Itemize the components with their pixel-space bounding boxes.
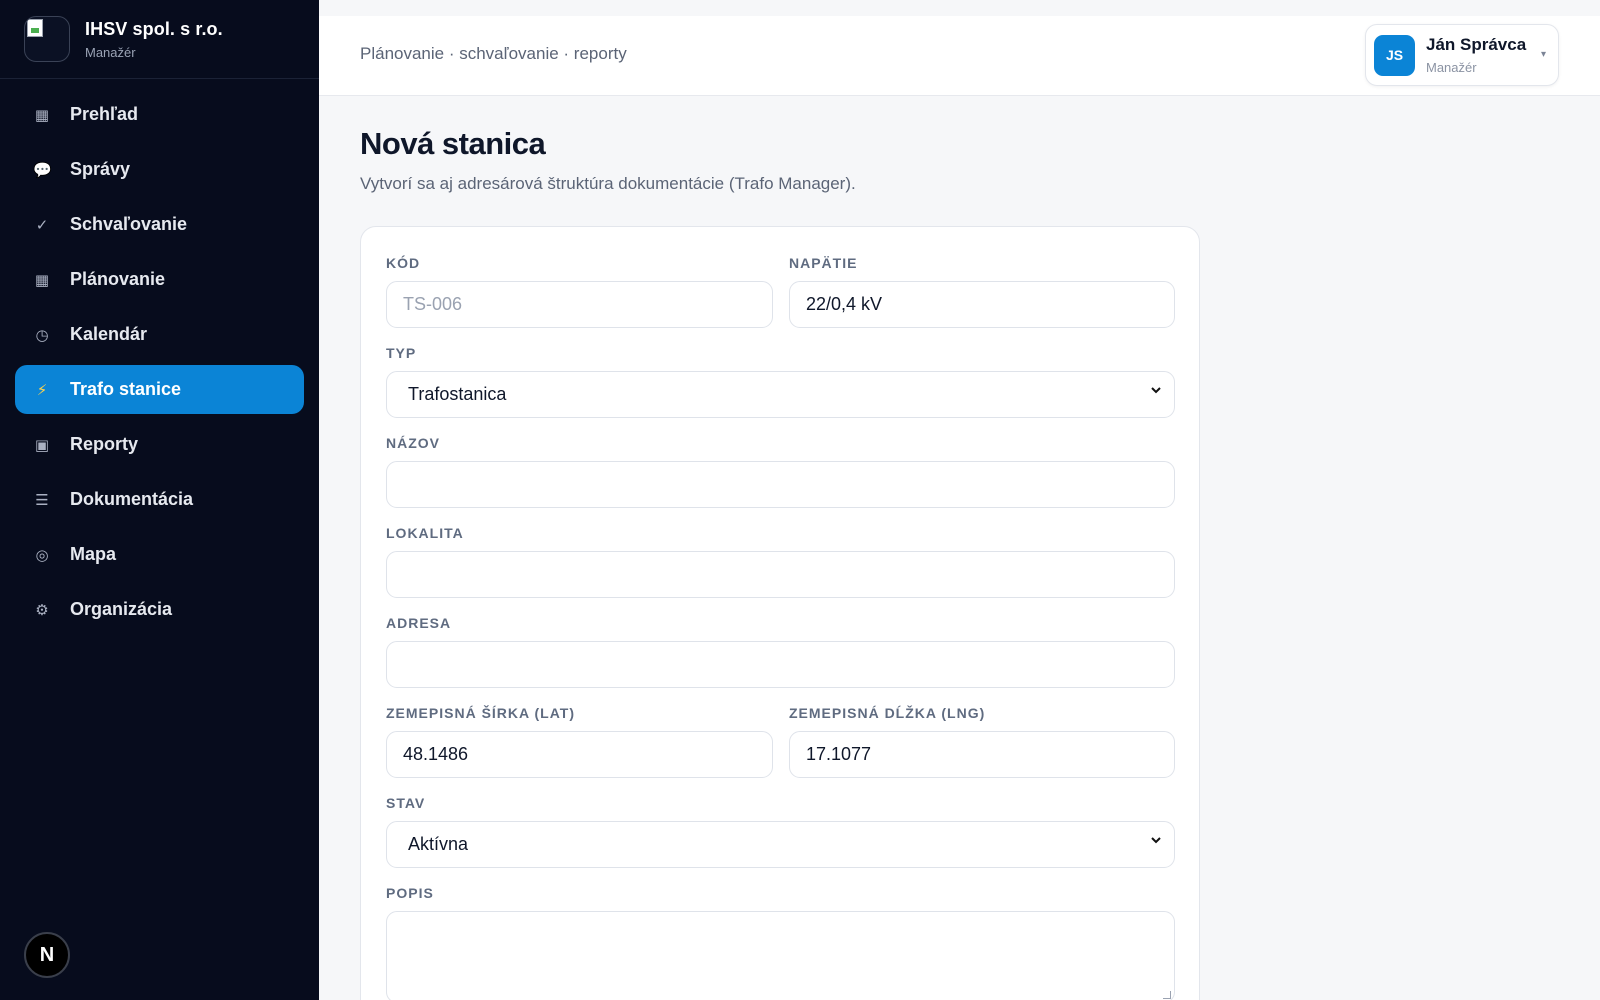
chevron-down-icon bbox=[1151, 387, 1161, 394]
kod-label: KÓD bbox=[386, 255, 421, 271]
nazov-label: NÁZOV bbox=[386, 435, 440, 451]
brand: IHSV spol. s r.o. Manažér bbox=[0, 0, 319, 79]
page-title: Nová stanica bbox=[360, 126, 546, 161]
sidebar-item-kalendar[interactable]: ◷ Kalendár bbox=[15, 310, 304, 359]
sidebar-item-label: Správy bbox=[70, 159, 131, 179]
typ-label: TYP bbox=[386, 345, 417, 361]
user-menu-button[interactable]: JS Ján Správca Manažér ▾ bbox=[1365, 24, 1559, 86]
brand-role: Manažér bbox=[85, 44, 136, 60]
sidebar-item-trafo-stanice[interactable]: ⚡ Trafo stanice bbox=[15, 365, 304, 414]
lightning-icon: ⚡ bbox=[36, 381, 48, 399]
sidebar-item-dokumentacia[interactable]: ☰ Dokumentácia bbox=[15, 475, 304, 524]
typ-select[interactable]: Trafostanica bbox=[386, 371, 1175, 418]
sidebar-item-mapa[interactable]: ◎ Mapa bbox=[15, 530, 304, 579]
typ-select-value: Trafostanica bbox=[408, 384, 507, 404]
napatie-input[interactable]: 22/0,4 kV bbox=[789, 281, 1175, 328]
sidebar-item-label: Kalendár bbox=[70, 324, 148, 344]
station-form-card: KÓD TS-006 NAPÄTIE 22/0,4 kV TYP Trafost… bbox=[360, 226, 1200, 1000]
n-badge-button[interactable]: N bbox=[24, 932, 70, 978]
lng-label: ZEMEPISNÁ DĹŽKA (LNG) bbox=[789, 705, 986, 721]
stav-select-value: Aktívna bbox=[408, 834, 469, 854]
lokalita-label: LOKALITA bbox=[386, 525, 464, 541]
report-icon: ▣ bbox=[34, 436, 50, 454]
sidebar-item-label: Trafo stanice bbox=[70, 379, 182, 399]
brand-logo bbox=[24, 16, 70, 62]
stav-label: STAV bbox=[386, 795, 426, 811]
user-meta: Ján Správca Manažér bbox=[1426, 35, 1526, 75]
brand-text: IHSV spol. s r.o. Manažér bbox=[85, 19, 223, 60]
sidebar-item-reporty[interactable]: ▣ Reporty bbox=[15, 420, 304, 469]
popis-textarea[interactable] bbox=[386, 911, 1175, 1000]
adresa-label: ADRESA bbox=[386, 615, 452, 631]
sidebar-item-label: Dokumentácia bbox=[70, 489, 194, 509]
lat-input[interactable]: 48.1486 bbox=[386, 731, 773, 778]
resize-handle-icon[interactable] bbox=[1163, 991, 1171, 999]
sidebar: IHSV spol. s r.o. Manažér ▦ Prehľad 💬 Sprá… bbox=[0, 0, 319, 1000]
broken-image-icon bbox=[27, 19, 43, 37]
popis-label: POPIS bbox=[386, 885, 434, 901]
sidebar-nav: ▦ Prehľad 💬 Správy ✓ Schvaľovanie ▦ Plánovan… bbox=[0, 79, 319, 634]
grid-icon: ▦ bbox=[34, 106, 50, 124]
lng-input[interactable]: 17.1077 bbox=[789, 731, 1175, 778]
sidebar-item-spravy[interactable]: 💬 Správy bbox=[15, 145, 304, 194]
sidebar-item-organizacia[interactable]: ⚙ Organizácia bbox=[15, 585, 304, 634]
sidebar-item-prehlad[interactable]: ▦ Prehľad bbox=[15, 90, 304, 139]
chevron-down-icon: ▾ bbox=[1540, 49, 1546, 60]
nazov-input[interactable] bbox=[386, 461, 1175, 508]
breadcrumb: Plánovanie · schvaľovanie · reporty bbox=[360, 44, 627, 63]
check-icon: ✓ bbox=[35, 216, 49, 234]
list-icon: ☰ bbox=[35, 491, 49, 509]
user-name: Ján Správca bbox=[1426, 35, 1527, 54]
stav-select[interactable]: Aktívna bbox=[386, 821, 1175, 868]
sidebar-item-label: Organizácia bbox=[70, 599, 173, 619]
gear-icon: ⚙ bbox=[35, 601, 49, 619]
clock-icon: ◷ bbox=[35, 326, 49, 344]
sidebar-item-schvalovanie[interactable]: ✓ Schvaľovanie bbox=[15, 200, 304, 249]
sidebar-item-planovanie[interactable]: ▦ Plánovanie bbox=[15, 255, 304, 304]
sidebar-item-label: Mapa bbox=[70, 544, 117, 564]
grid-icon: ▦ bbox=[34, 271, 50, 289]
brand-name: IHSV spol. s r.o. bbox=[85, 18, 223, 39]
page-subtitle: Vytvorí sa aj adresárová štruktúra dokum… bbox=[360, 174, 856, 193]
chevron-down-icon bbox=[1151, 837, 1161, 844]
user-role: Manažér bbox=[1426, 60, 1477, 75]
top-header: Plánovanie · schvaľovanie · reporty JS J… bbox=[319, 16, 1600, 96]
sidebar-item-label: Reporty bbox=[70, 434, 139, 454]
sidebar-item-label: Prehľad bbox=[70, 104, 138, 124]
lokalita-input[interactable] bbox=[386, 551, 1175, 598]
lat-label: ZEMEPISNÁ ŠÍRKA (LAT) bbox=[386, 705, 575, 721]
avatar: JS bbox=[1374, 34, 1415, 76]
chat-bubble-icon: 💬 bbox=[33, 161, 52, 179]
kod-input[interactable]: TS-006 bbox=[386, 281, 773, 328]
adresa-input[interactable] bbox=[386, 641, 1175, 688]
sidebar-item-label: Schvaľovanie bbox=[70, 214, 187, 234]
sidebar-item-label: Plánovanie bbox=[70, 269, 166, 289]
target-icon: ◎ bbox=[35, 546, 49, 564]
napatie-label: NAPÄTIE bbox=[789, 255, 858, 271]
